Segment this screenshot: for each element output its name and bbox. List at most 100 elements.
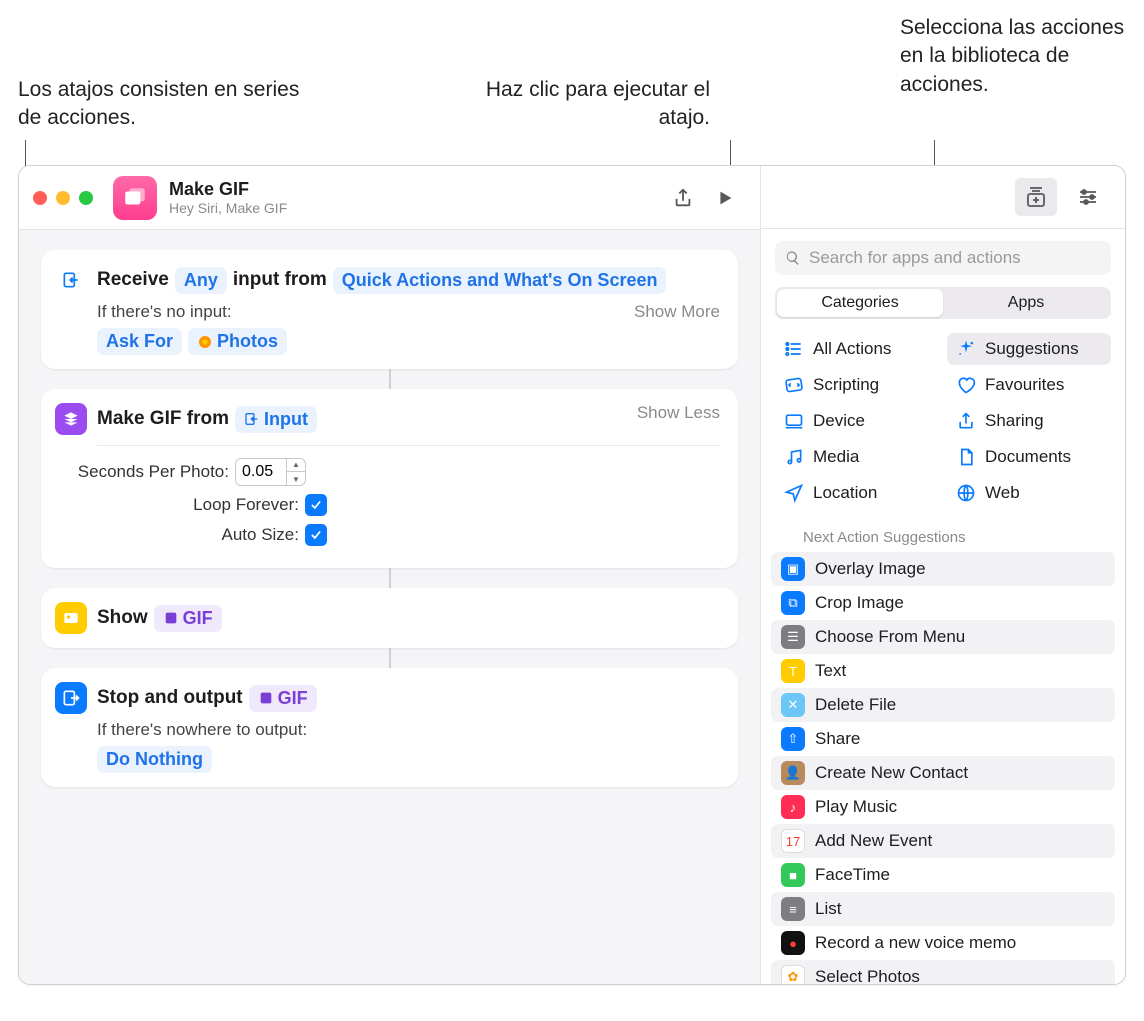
side-toolbar xyxy=(761,166,1125,229)
suggestion-create-new-contact[interactable]: 👤Create New Contact xyxy=(771,756,1115,790)
app-icon: ♪ xyxy=(781,795,805,819)
suggestion-label: Choose From Menu xyxy=(815,627,965,647)
token-gif-var[interactable]: GIF xyxy=(249,685,317,712)
app-icon: 17 xyxy=(781,829,805,853)
library-segmented-control[interactable]: Categories Apps xyxy=(775,287,1111,319)
category-label: Media xyxy=(813,447,859,467)
category-all-actions[interactable]: All Actions xyxy=(775,333,939,365)
token-any[interactable]: Any xyxy=(175,267,227,294)
close-window-button[interactable] xyxy=(33,191,47,205)
action-make-gif[interactable]: Make GIF from Input Show Less Seconds Pe… xyxy=(41,389,738,568)
show-icon xyxy=(55,602,87,634)
sparkle-icon xyxy=(955,338,977,360)
action-text: Show GIF xyxy=(97,605,222,632)
action-text: Make GIF from Input xyxy=(97,406,317,433)
suggestion-delete-file[interactable]: ✕ Delete File xyxy=(771,688,1115,722)
app-icon: ✕ xyxy=(781,693,805,717)
category-label: Scripting xyxy=(813,375,879,395)
output-icon xyxy=(55,682,87,714)
suggestion-share[interactable]: ⇧Share xyxy=(771,722,1115,756)
suggestion-facetime[interactable]: ■FaceTime xyxy=(771,858,1115,892)
token-gif-var[interactable]: GIF xyxy=(154,605,222,632)
suggestion-play-music[interactable]: ♪Play Music xyxy=(771,790,1115,824)
category-label: Device xyxy=(813,411,865,431)
connector xyxy=(389,648,391,668)
suggestion-label: Select Photos xyxy=(815,967,920,984)
stepper-down[interactable]: ▼ xyxy=(287,472,305,486)
suggestion-add-new-event[interactable]: 17Add New Event xyxy=(771,824,1115,858)
stepper-up[interactable]: ▲ xyxy=(287,458,305,472)
category-documents[interactable]: Documents xyxy=(947,441,1111,473)
category-media[interactable]: Media xyxy=(775,441,939,473)
suggestion-crop-image[interactable]: ⧉Crop Image xyxy=(771,586,1115,620)
heart-icon xyxy=(955,374,977,396)
suggestion-label: Delete File xyxy=(815,695,896,715)
category-web[interactable]: Web xyxy=(947,477,1111,509)
shortcut-subtitle: Hey Siri, Make GIF xyxy=(169,200,287,216)
suggestion-label: Record a new voice memo xyxy=(815,933,1016,953)
title-block: Make GIF Hey Siri, Make GIF xyxy=(169,179,287,216)
app-icon: T xyxy=(781,659,805,683)
shortcut-editor-window: Make GIF Hey Siri, Make GIF Receive xyxy=(18,165,1126,985)
library-button[interactable] xyxy=(1015,178,1057,216)
suggestion-list[interactable]: ≡List xyxy=(771,892,1115,926)
action-library-pane: Categories Apps All Actions Suggestions Sc… xyxy=(760,166,1125,984)
no-input-label: If there's no input: xyxy=(97,302,720,322)
seconds-input[interactable] xyxy=(236,460,286,484)
token-photos[interactable]: Photos xyxy=(188,328,287,355)
action-stop-output[interactable]: Stop and output GIF If there's nowhere t… xyxy=(41,668,738,787)
search-field[interactable] xyxy=(775,241,1111,275)
word-stop: Stop and output xyxy=(97,687,243,709)
connector xyxy=(389,369,391,389)
seconds-stepper[interactable]: ▲ ▼ xyxy=(235,458,306,486)
category-location[interactable]: Location xyxy=(775,477,939,509)
seg-apps[interactable]: Apps xyxy=(943,289,1109,317)
show-less-toggle[interactable]: Show Less xyxy=(637,403,720,423)
search-input[interactable] xyxy=(809,248,1101,268)
app-icon: ● xyxy=(781,931,805,955)
action-text: Stop and output GIF xyxy=(97,685,317,712)
connector xyxy=(389,568,391,588)
zoom-window-button[interactable] xyxy=(79,191,93,205)
main-pane: Make GIF Hey Siri, Make GIF Receive xyxy=(19,166,760,984)
category-device[interactable]: Device xyxy=(775,405,939,437)
suggestion-text[interactable]: TText xyxy=(771,654,1115,688)
token-input-label: Input xyxy=(264,409,308,430)
window-controls xyxy=(33,191,93,205)
category-label: All Actions xyxy=(813,339,891,359)
category-label: Suggestions xyxy=(985,339,1079,359)
suggestion-label: Overlay Image xyxy=(815,559,926,579)
loop-checkbox[interactable] xyxy=(305,494,327,516)
suggestion-record-a-new-voice-memo[interactable]: ● Record a new voice memo xyxy=(771,926,1115,960)
app-icon: ▣ xyxy=(781,557,805,581)
category-favourites[interactable]: Favourites xyxy=(947,369,1111,401)
token-do-nothing[interactable]: Do Nothing xyxy=(97,746,212,773)
doc-icon xyxy=(955,446,977,468)
suggestion-choose-from-menu[interactable]: ☰Choose From Menu xyxy=(771,620,1115,654)
seg-categories[interactable]: Categories xyxy=(777,289,943,317)
minimize-window-button[interactable] xyxy=(56,191,70,205)
token-source[interactable]: Quick Actions and What's On Screen xyxy=(333,267,667,294)
show-more-toggle[interactable]: Show More xyxy=(634,302,720,322)
word-makegif: Make GIF from xyxy=(97,408,229,430)
action-show[interactable]: Show GIF xyxy=(41,588,738,648)
category-sharing[interactable]: Sharing xyxy=(947,405,1111,437)
share-button[interactable] xyxy=(662,179,704,217)
suggestion-overlay-image[interactable]: ▣ Overlay Image xyxy=(771,552,1115,586)
seconds-per-photo-row: Seconds Per Photo: ▲ ▼ xyxy=(55,458,720,486)
category-suggestions[interactable]: Suggestions xyxy=(947,333,1111,365)
share-icon xyxy=(955,410,977,432)
category-label: Location xyxy=(813,483,877,503)
category-scripting[interactable]: Scripting xyxy=(775,369,939,401)
autosize-checkbox[interactable] xyxy=(305,524,327,546)
token-input[interactable]: Input xyxy=(235,406,317,433)
loop-label: Loop Forever: xyxy=(55,495,305,515)
token-ask-for[interactable]: Ask For xyxy=(97,328,182,355)
run-button[interactable] xyxy=(704,179,746,217)
gif-icon xyxy=(55,403,87,435)
nowhere-label: If there's nowhere to output: xyxy=(97,720,720,740)
word-receive: Receive xyxy=(97,269,169,291)
suggestion-select-photos[interactable]: ✿Select Photos xyxy=(771,960,1115,984)
action-receive-input[interactable]: Receive Any input from Quick Actions and… xyxy=(41,250,738,369)
settings-button[interactable] xyxy=(1067,178,1109,216)
